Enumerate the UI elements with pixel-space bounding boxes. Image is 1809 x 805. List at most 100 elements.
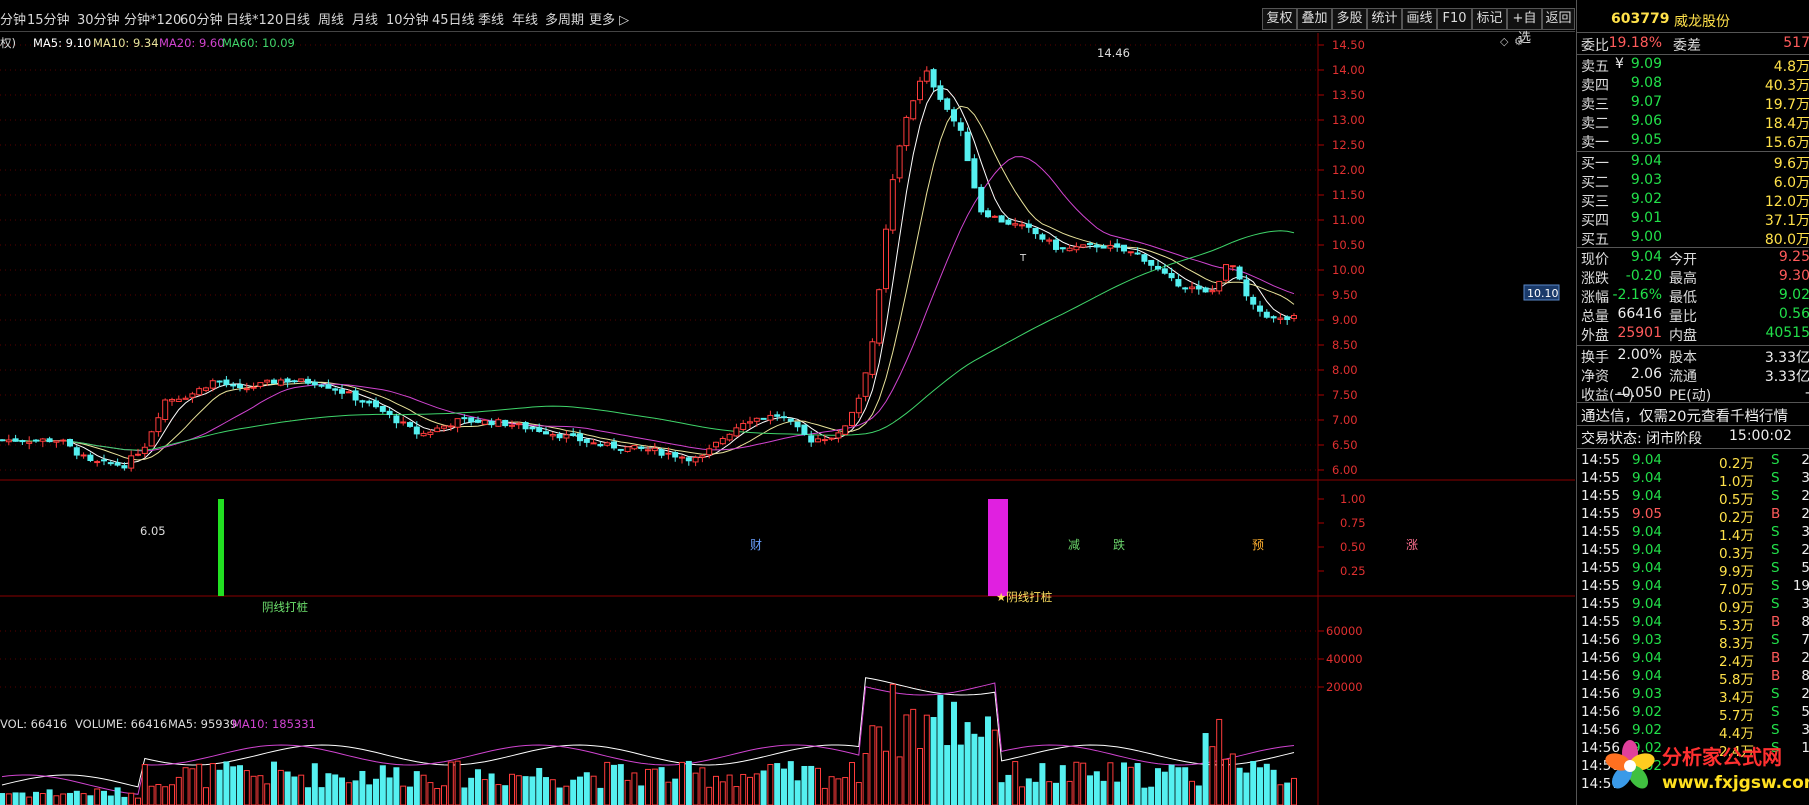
volume-bar [733, 786, 740, 805]
period-min120[interactable]: 分钟*120 [124, 9, 181, 28]
candle-body [447, 425, 454, 428]
period-quarter[interactable]: 季线 [478, 9, 504, 28]
sell-level-4[interactable]: 卖四 9.08 40.3万 [1581, 75, 1809, 94]
volume-bar [787, 761, 794, 805]
buy-level-4[interactable]: 买四 9.01 37.1万 [1581, 210, 1809, 229]
quote-row-1: 涨跌 -0.20 最高 9.30 [1581, 268, 1809, 287]
mark-button[interactable]: 标记 [1472, 8, 1507, 30]
volume-bar [747, 776, 753, 805]
restore-rights-button[interactable]: 复权 [1262, 8, 1297, 30]
moving-average-lines [1, 87, 1295, 795]
sell-level-5[interactable]: 卖五 9.09 4.8万 ¥ [1581, 56, 1809, 75]
candle-body [685, 457, 692, 462]
candle-body [107, 462, 114, 465]
candle-body [39, 438, 46, 442]
multi-stock-button[interactable]: 多股 [1332, 8, 1367, 30]
site-logo: 分析家公式网 www.fxjgsw.com [1600, 733, 1809, 803]
more-periods[interactable]: 更多 ▷ [589, 9, 629, 28]
sell-level-3[interactable]: 卖三 9.07 19.7万 [1581, 94, 1809, 113]
candle-body [1087, 243, 1093, 246]
candle-body [1209, 290, 1216, 293]
candle-body [339, 389, 345, 394]
volume-bar [645, 768, 651, 805]
period-multi[interactable]: 多周期 [545, 9, 584, 28]
price-tick: 8.50 [1332, 338, 1358, 352]
volume-bar [400, 785, 407, 805]
candle-body [502, 419, 509, 427]
candle-body [0, 439, 5, 442]
candle-body [692, 457, 699, 463]
kline-chart[interactable]: 14.50 14.00 13.50 13.00 12.50 12.00 11.50 11.00… [0, 33, 1575, 805]
volume-bar [209, 763, 216, 805]
volume-bar [1263, 763, 1270, 805]
volume-bar [332, 774, 339, 805]
candle-body [801, 424, 808, 435]
buy-level-3[interactable]: 买三 9.02 12.0万 [1581, 191, 1809, 210]
candle-body [1019, 224, 1025, 227]
volume-bar [658, 767, 665, 805]
volume-bar [957, 744, 964, 805]
current-price-tag: 10.10 [1527, 287, 1559, 300]
period-15min[interactable]: 15分钟 [27, 9, 70, 28]
volume-bar [488, 773, 495, 805]
volume-bar [930, 717, 937, 805]
period-1min[interactable]: 分钟 [0, 9, 26, 28]
tick-row: 14:56 9.04 5.8万 B 8 [1581, 668, 1809, 688]
candle-body [216, 380, 223, 383]
promo-text[interactable]: 通达信，仅需20元查看千档行情 [1581, 405, 1809, 425]
period-30min[interactable]: 30分钟 [77, 9, 120, 28]
candle-body [855, 397, 862, 414]
sell-level-1[interactable]: 卖一 9.05 15.6万 [1581, 132, 1809, 151]
candle-body [73, 447, 80, 456]
t-marker: T [1019, 253, 1027, 264]
period-10min[interactable]: 10分钟 [386, 9, 429, 28]
volume-bar [617, 764, 624, 805]
volume-bar [107, 795, 114, 805]
volume-bar [407, 786, 413, 805]
volume-bar [1059, 765, 1066, 805]
candle-body [257, 382, 264, 387]
tick-row: 14:55 9.04 5.3万 B 8 [1581, 614, 1809, 634]
period-year[interactable]: 年线 [512, 9, 538, 28]
volume-bar [917, 748, 923, 805]
diamond-icon[interactable]: ◇ [1500, 35, 1509, 48]
period-45day[interactable]: 45日线 [432, 9, 475, 28]
logo-url: www.fxjgsw.com [1662, 773, 1809, 793]
buy-level-2[interactable]: 买二 9.03 6.0万 [1581, 172, 1809, 191]
period-month[interactable]: 月线 [352, 9, 378, 28]
buy-level-5[interactable]: 买五 9.00 80.0万 [1581, 229, 1809, 248]
sell-level-2[interactable]: 卖二 9.06 18.4万 [1581, 113, 1809, 132]
volume-bar [529, 776, 536, 805]
candle-body [1168, 273, 1175, 279]
marker-jian: 减 [1068, 538, 1080, 552]
volume-bar [87, 795, 94, 805]
statistics-button[interactable]: 统计 [1367, 8, 1402, 30]
volume-bar [978, 736, 985, 805]
legend-ma10: MA10: 9.34 [93, 36, 159, 50]
draw-line-button[interactable]: 画线 [1402, 8, 1437, 30]
period-week[interactable]: 周线 [318, 9, 344, 28]
volume-bar [583, 772, 590, 805]
candle-body [413, 426, 420, 435]
overlay-button[interactable]: 叠加 [1297, 8, 1332, 30]
period-day[interactable]: 日线 [284, 9, 310, 28]
settings-icon[interactable]: ⚙ [1514, 35, 1524, 48]
candle-body [1270, 316, 1277, 319]
candle-body [298, 378, 305, 382]
buy-level-1[interactable]: 买一 9.04 9.6万 [1581, 153, 1809, 172]
candle-body [67, 438, 73, 447]
volume-bar [53, 795, 60, 805]
candle-body [917, 80, 923, 101]
back-button[interactable]: 返回 [1542, 8, 1575, 30]
candle-body [454, 418, 461, 428]
candle-body [590, 442, 597, 445]
f10-button[interactable]: F10 [1437, 8, 1472, 30]
legend-prefix: 权) [0, 36, 16, 50]
candle-body [1100, 245, 1107, 249]
add-watchlist-button[interactable]: +自选 [1507, 8, 1542, 46]
period-day120[interactable]: 日线*120 [226, 9, 283, 28]
candle-body [543, 431, 549, 435]
period-60min[interactable]: 60分钟 [180, 9, 223, 28]
candle-body [978, 186, 985, 213]
volume-bar [141, 764, 148, 805]
